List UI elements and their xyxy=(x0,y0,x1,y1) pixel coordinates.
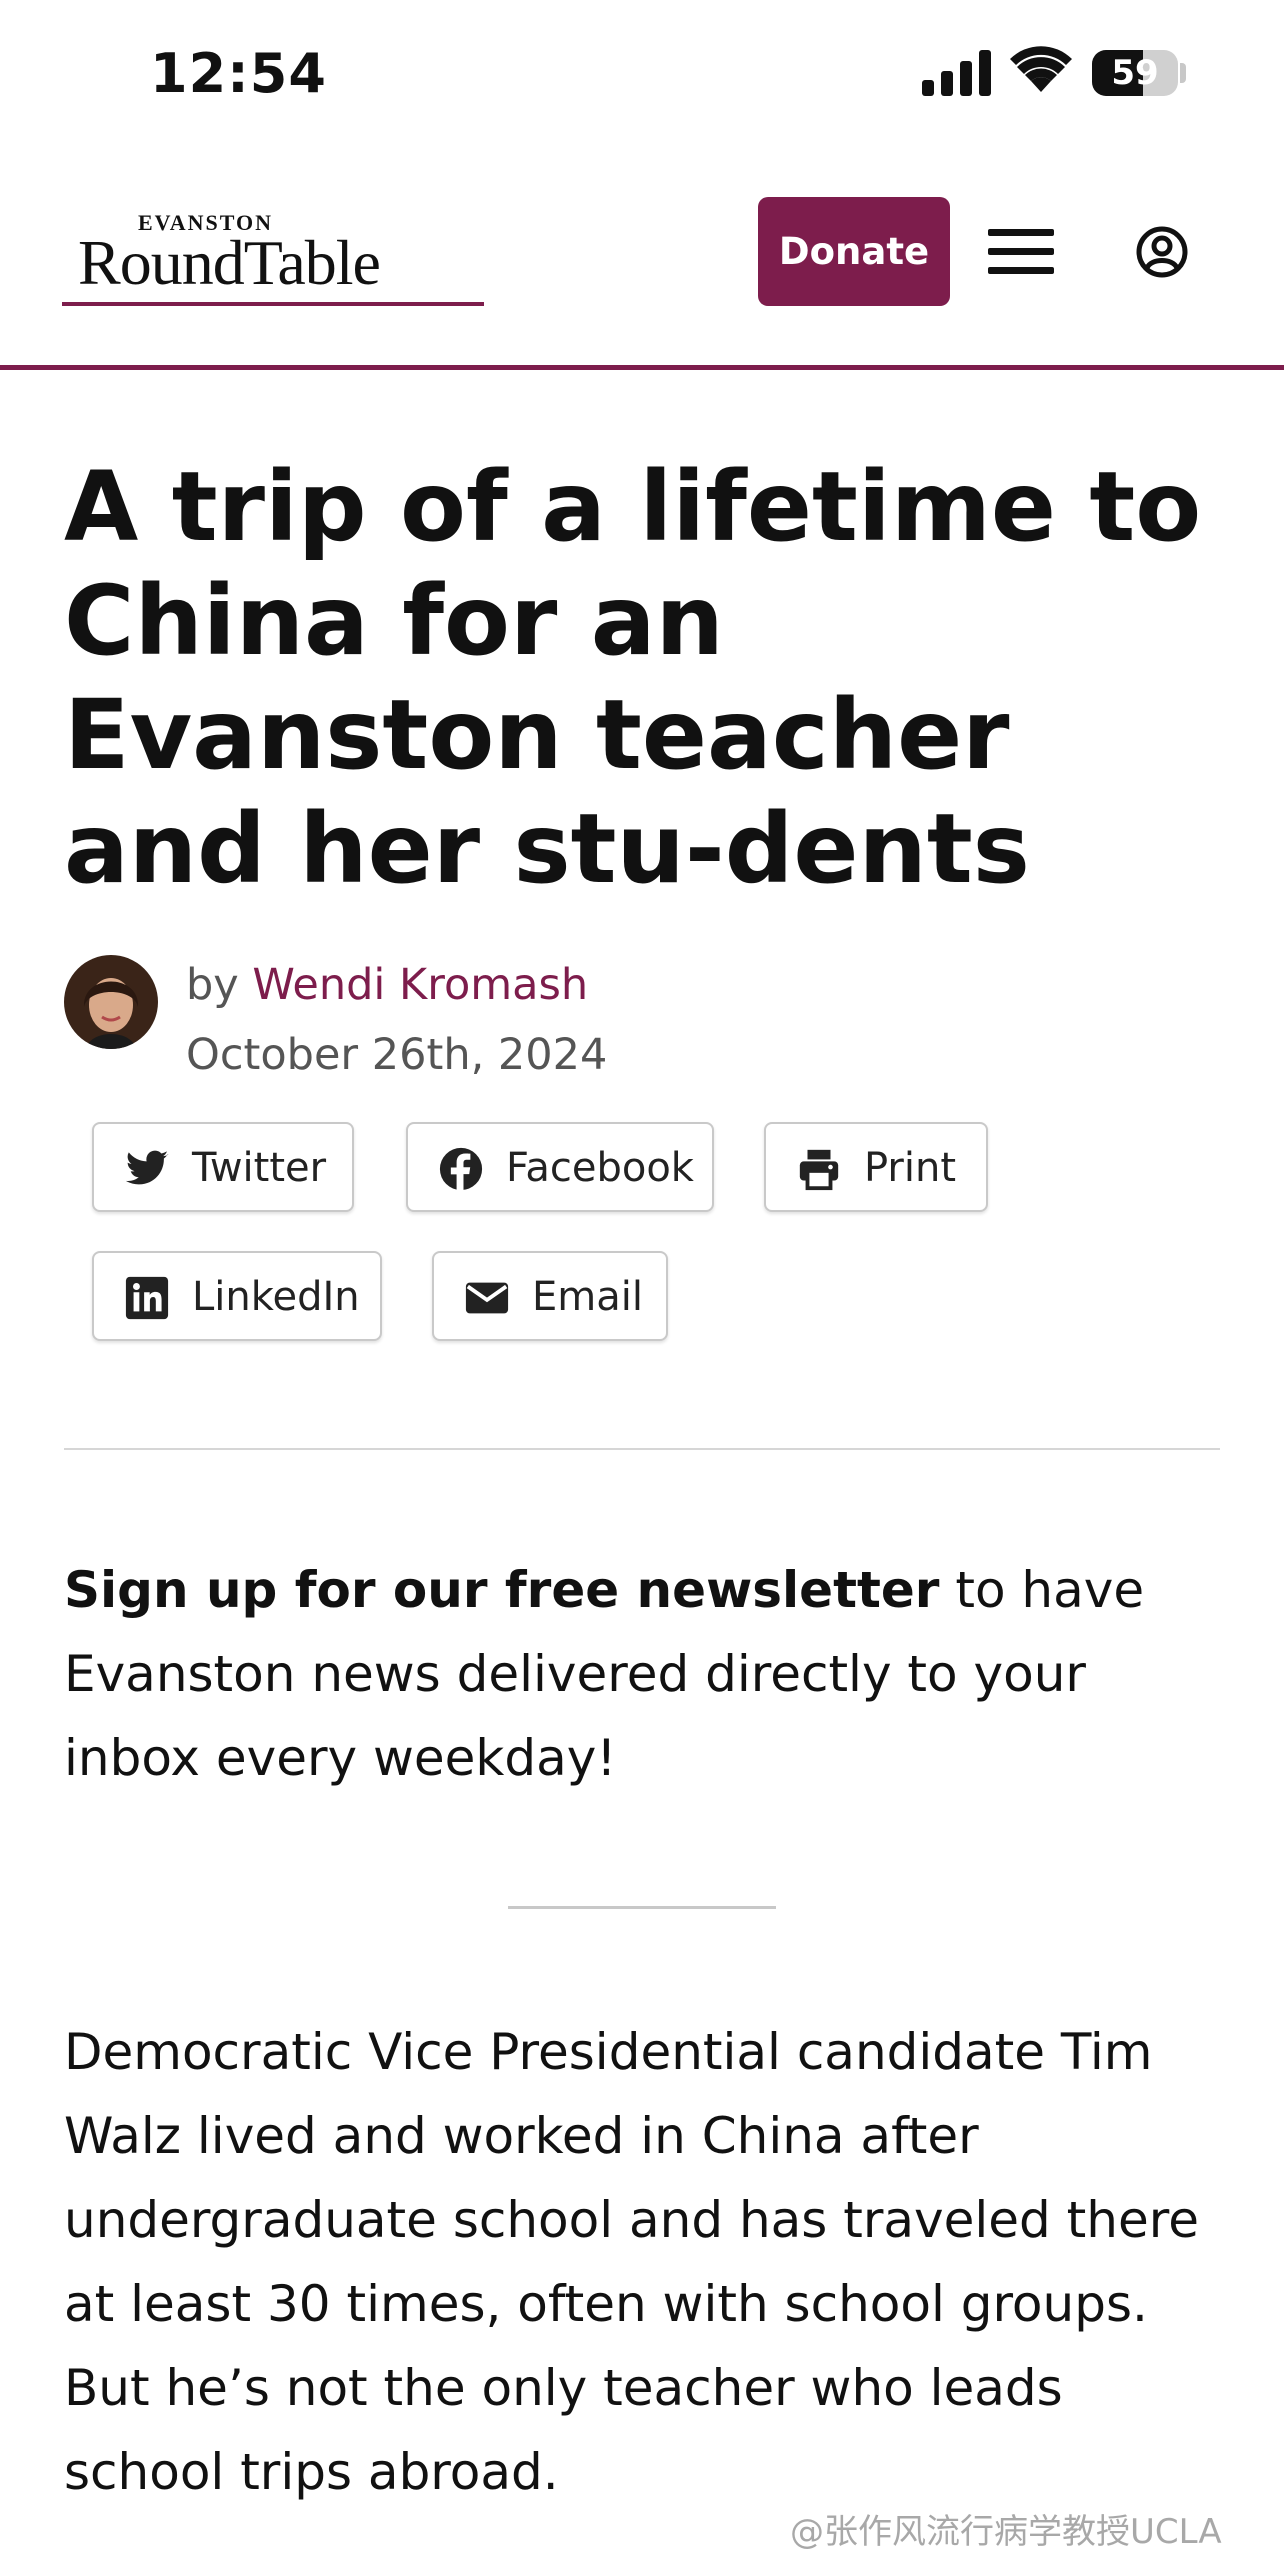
status-time: 12:54 xyxy=(150,42,327,105)
share-label: Email xyxy=(532,1274,643,1320)
share-label: Twitter xyxy=(192,1145,327,1191)
logo-roundtable: RoundTable xyxy=(78,227,381,298)
author-link[interactable]: Wendi Kromash xyxy=(252,960,588,1010)
twitter-icon xyxy=(125,1150,169,1185)
status-bar: 12:54 59 xyxy=(0,0,1284,150)
donate-button[interactable]: Donate xyxy=(758,197,950,306)
share-label: Print xyxy=(864,1145,957,1191)
newsletter-promo: Sign up for our free newsletter to have … xyxy=(64,1548,1220,1800)
watermark: @张作风流行病学教授UCLA xyxy=(790,2512,1222,2552)
facebook-icon xyxy=(439,1147,483,1192)
cellular-signal-icon xyxy=(922,50,991,96)
byline: by Wendi Kromash xyxy=(186,960,588,1010)
print-icon xyxy=(799,1149,839,1191)
newsletter-signup-link[interactable]: Sign up for our free newsletter xyxy=(64,1561,939,1619)
publish-date: October 26th, 2024 xyxy=(186,1030,608,1080)
share-linkedin-button[interactable]: LinkedIn xyxy=(92,1251,382,1341)
account-icon[interactable] xyxy=(1134,224,1190,280)
linkedin-icon xyxy=(125,1276,169,1320)
share-twitter-button[interactable]: Twitter xyxy=(92,1122,354,1212)
section-divider xyxy=(64,1448,1220,1450)
hamburger-menu-icon[interactable] xyxy=(988,229,1054,275)
logo-underline xyxy=(62,302,484,306)
battery-nub xyxy=(1180,63,1186,83)
battery-percent: 59 xyxy=(1111,53,1159,93)
share-facebook-button[interactable]: Facebook xyxy=(406,1122,714,1212)
short-divider xyxy=(508,1906,776,1909)
share-label: LinkedIn xyxy=(192,1274,360,1320)
email-icon xyxy=(465,1282,509,1314)
battery-icon: 59 xyxy=(1092,50,1178,96)
article-headline: A trip of a lifetime to China for an Eva… xyxy=(64,451,1202,905)
share-email-button[interactable]: Email xyxy=(432,1251,668,1341)
article-paragraph: Democratic Vice Presidential candidate T… xyxy=(64,2023,1199,2501)
wifi-icon xyxy=(1010,46,1072,92)
site-logo[interactable]: EVANSTON RoundTable xyxy=(62,210,488,315)
share-label: Facebook xyxy=(506,1145,694,1191)
byline-prefix: by xyxy=(186,960,239,1010)
author-avatar[interactable] xyxy=(64,955,158,1049)
share-print-button[interactable]: Print xyxy=(764,1122,988,1212)
site-header: EVANSTON RoundTable Donate xyxy=(0,150,1284,370)
